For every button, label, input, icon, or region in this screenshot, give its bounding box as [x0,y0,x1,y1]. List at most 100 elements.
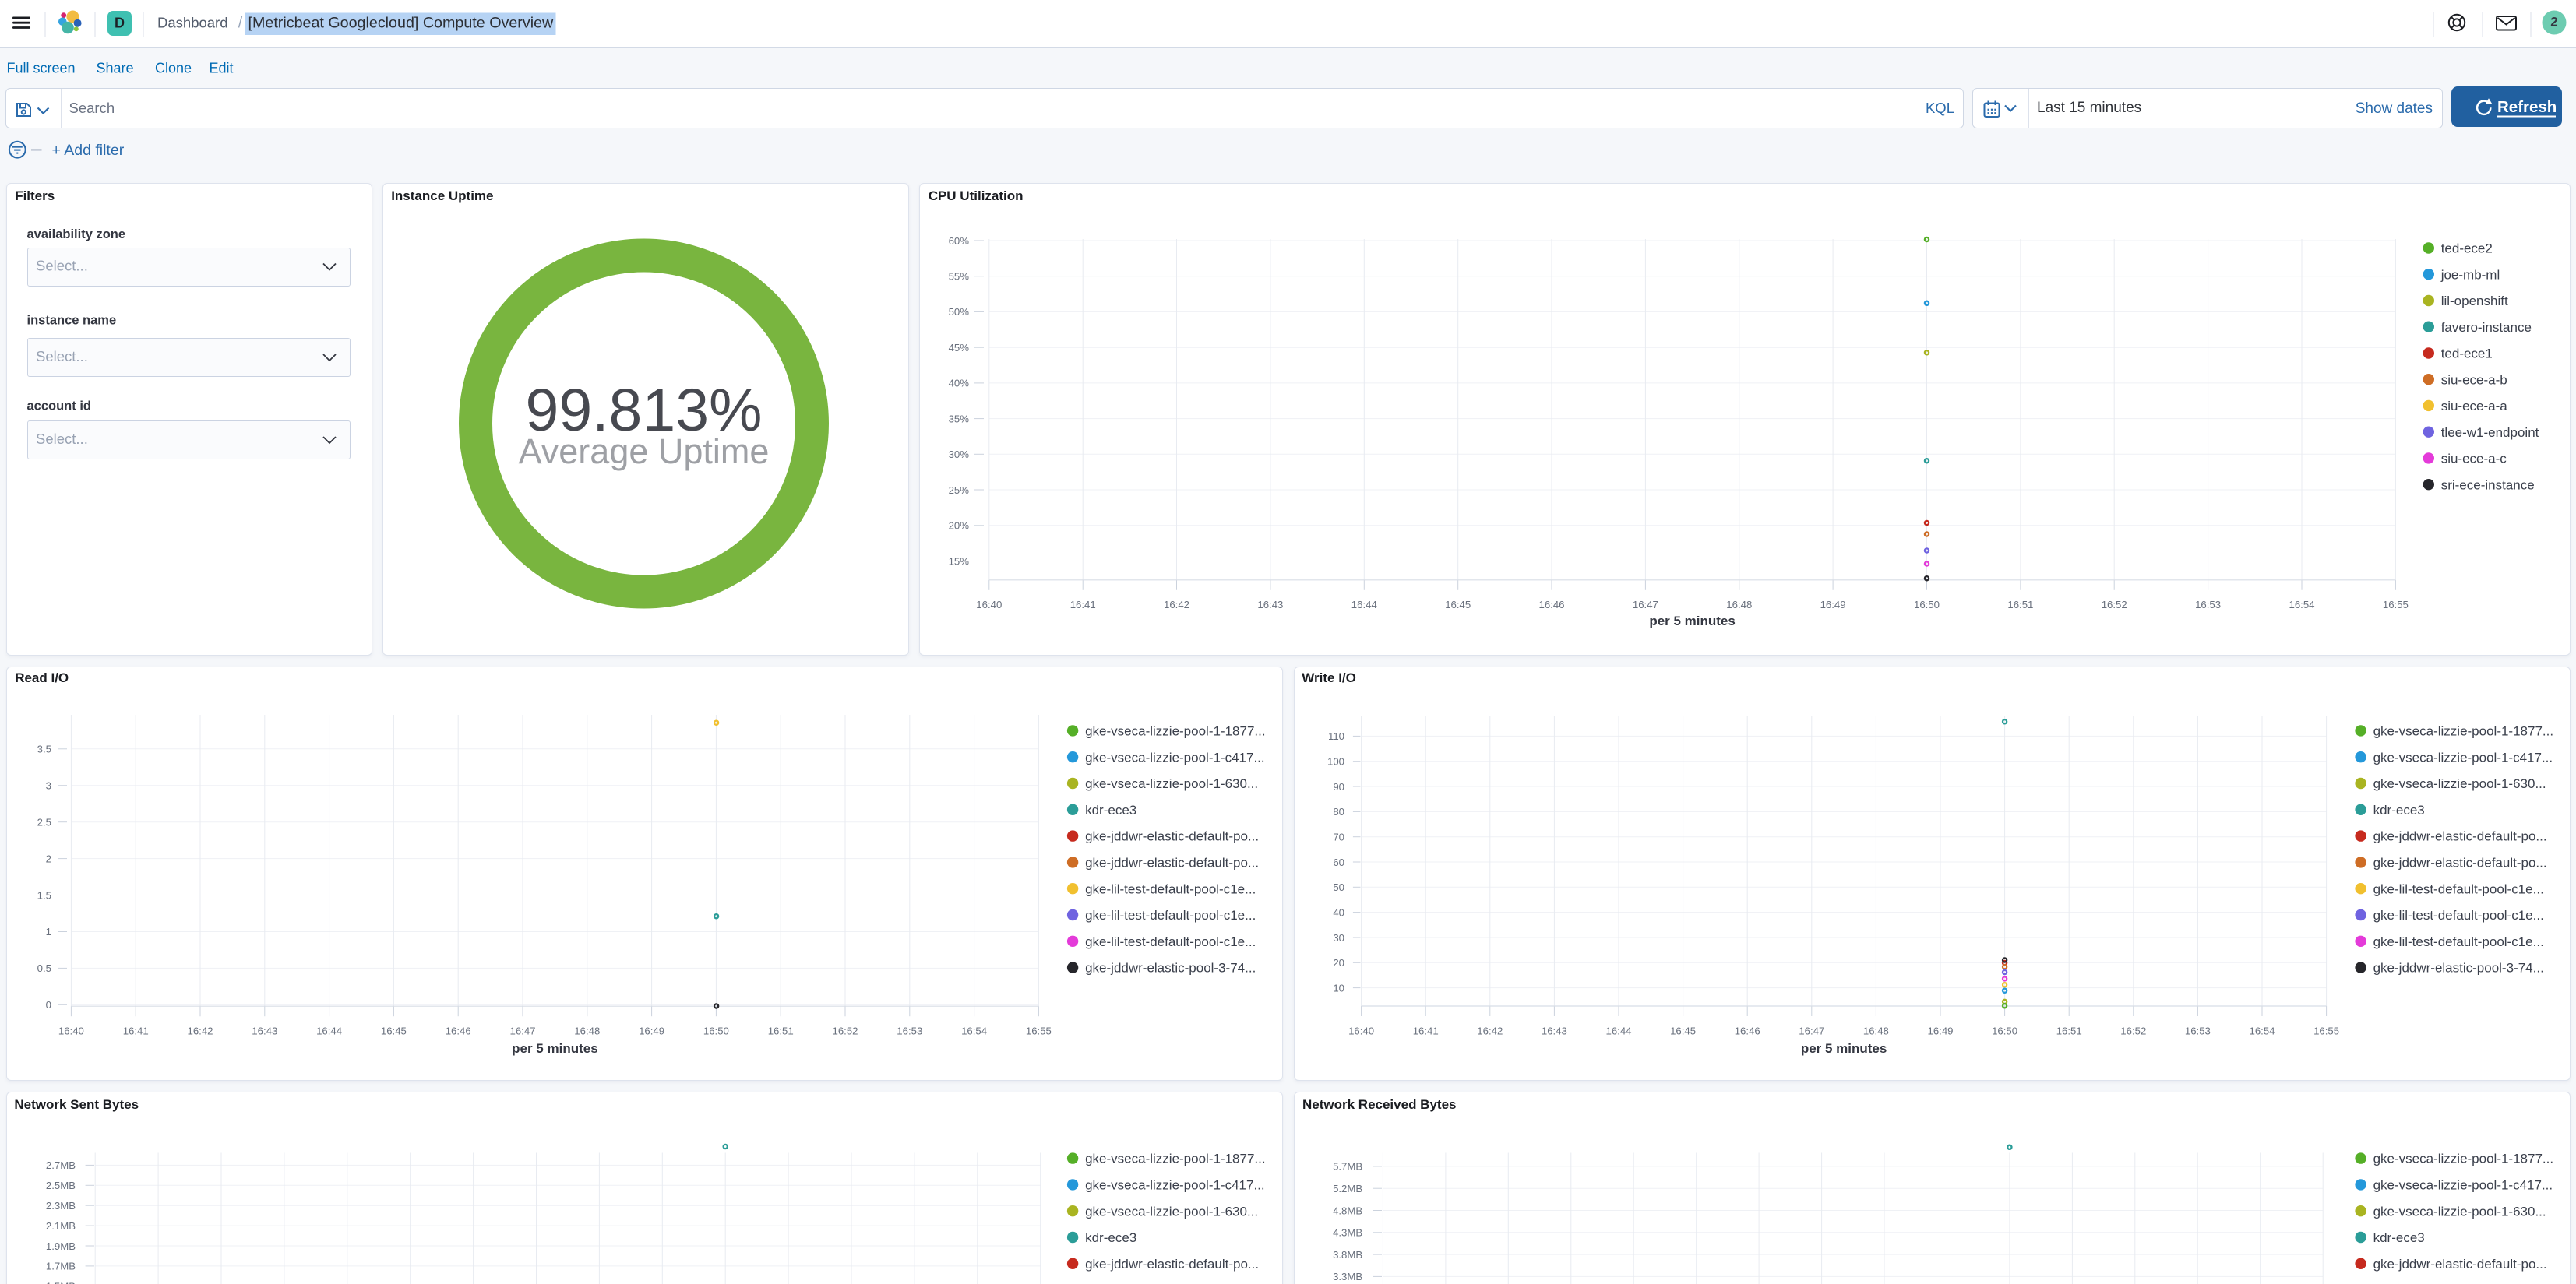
svg-text:favero-instance: favero-instance [2441,320,2532,335]
svg-text:instance name: instance name [27,314,117,328]
svg-text:16:51: 16:51 [2056,1025,2082,1037]
svg-text:lil-openshift: lil-openshift [2441,294,2508,308]
svg-text:3: 3 [46,780,51,792]
svg-text:Clone: Clone [155,61,192,76]
svg-text:100: 100 [1327,756,1344,768]
svg-text:Search: Search [69,100,115,116]
svg-text:siu-ece-a-a: siu-ece-a-a [2441,399,2508,413]
svg-text:1.5MB: 1.5MB [46,1281,76,1284]
svg-text:Refresh: Refresh [2497,98,2557,116]
svg-text:16:55: 16:55 [2383,599,2409,610]
svg-text:gke-vseca-lizzie-pool-1-1877..: gke-vseca-lizzie-pool-1-1877... [2373,1152,2554,1166]
svg-text:sri-ece-instance: sri-ece-instance [2441,477,2535,492]
svg-text:16:42: 16:42 [1164,599,1189,610]
svg-text:16:54: 16:54 [2249,1025,2275,1037]
svg-text:30%: 30% [949,449,970,460]
svg-text:16:44: 16:44 [1605,1025,1631,1037]
svg-text:Full screen: Full screen [7,61,76,76]
svg-text:50: 50 [1333,881,1344,893]
svg-text:gke-lil-test-default-pool-c1e.: gke-lil-test-default-pool-c1e... [1085,881,1256,896]
svg-text:16:43: 16:43 [1257,599,1283,610]
svg-text:joe-mb-ml: joe-mb-ml [2440,267,2500,282]
svg-text:16:41: 16:41 [1070,599,1096,610]
svg-text:4.3MB: 4.3MB [1333,1227,1362,1239]
svg-text:ted-ece2: ted-ece2 [2441,241,2493,256]
svg-text:16:50: 16:50 [1914,599,1940,610]
svg-text:gke-vseca-lizzie-pool-1-c417..: gke-vseca-lizzie-pool-1-c417... [1085,1178,1265,1193]
svg-text:5.2MB: 5.2MB [1333,1183,1362,1194]
svg-text:16:49: 16:49 [1927,1025,1953,1037]
svg-text:CPU Utilization: CPU Utilization [929,188,1024,203]
svg-text:30: 30 [1333,932,1344,944]
svg-text:16:52: 16:52 [2120,1025,2146,1037]
svg-text:kdr-ece3: kdr-ece3 [1085,1230,1136,1245]
svg-text:16:54: 16:54 [961,1025,987,1037]
svg-text:16:53: 16:53 [2195,599,2221,610]
svg-text:4.8MB: 4.8MB [1333,1205,1362,1216]
svg-text:10: 10 [1333,982,1344,994]
svg-text:16:42: 16:42 [187,1025,213,1037]
svg-text:1.9MB: 1.9MB [46,1240,76,1252]
svg-text:40: 40 [1333,906,1344,918]
svg-text:kdr-ece3: kdr-ece3 [2373,803,2425,818]
svg-text:3.3MB: 3.3MB [1333,1271,1362,1282]
svg-text:gke-vseca-lizzie-pool-1-1877..: gke-vseca-lizzie-pool-1-1877... [1085,1152,1266,1166]
svg-text:2.3MB: 2.3MB [46,1200,76,1212]
svg-text:D: D [115,16,125,31]
svg-text:2.1MB: 2.1MB [46,1220,76,1232]
svg-text:16:47: 16:47 [509,1025,535,1037]
svg-text:16:50: 16:50 [1992,1025,2017,1037]
svg-text:16:40: 16:40 [1348,1025,1374,1037]
svg-text:Write I/O: Write I/O [1302,670,1356,685]
svg-text:per 5 minutes: per 5 minutes [1801,1041,1887,1056]
svg-text:90: 90 [1333,781,1344,793]
svg-text:Instance Uptime: Instance Uptime [391,188,493,203]
svg-text:2: 2 [2550,15,2557,30]
svg-text:2.5: 2.5 [37,817,51,828]
svg-text:Edit: Edit [210,61,234,76]
svg-text:gke-jddwr-elastic-default-po..: gke-jddwr-elastic-default-po... [2373,1257,2547,1272]
svg-text:16:40: 16:40 [976,599,1002,610]
svg-text:35%: 35% [949,413,970,424]
svg-text:kdr-ece3: kdr-ece3 [1085,803,1136,818]
svg-text:gke-jddwr-elastic-default-po..: gke-jddwr-elastic-default-po... [1085,829,1259,844]
svg-text:16:50: 16:50 [703,1025,729,1037]
svg-text:Average Uptime: Average Uptime [519,431,770,471]
svg-text:60: 60 [1333,857,1344,868]
svg-text:siu-ece-a-c: siu-ece-a-c [2441,452,2507,466]
svg-text:16:48: 16:48 [1863,1025,1889,1037]
svg-text:1.7MB: 1.7MB [46,1261,76,1272]
svg-text:tlee-w1-endpoint: tlee-w1-endpoint [2441,425,2539,440]
svg-text:account id: account id [27,399,92,413]
svg-text:gke-jddwr-elastic-default-po..: gke-jddwr-elastic-default-po... [2373,829,2547,844]
svg-text:16:47: 16:47 [1799,1025,1824,1037]
svg-text:80: 80 [1333,806,1344,818]
svg-text:16:52: 16:52 [832,1025,858,1037]
svg-text:gke-jddwr-elastic-default-po..: gke-jddwr-elastic-default-po... [1085,1257,1259,1272]
svg-text:[Metricbeat Googlecloud] Compu: [Metricbeat Googlecloud] Compute Overvie… [248,15,555,32]
svg-text:16:48: 16:48 [574,1025,600,1037]
svg-text:16:46: 16:46 [1538,599,1564,610]
svg-text:Select...: Select... [36,257,88,273]
svg-text:16:46: 16:46 [1735,1025,1760,1037]
svg-text:gke-vseca-lizzie-pool-1-1877..: gke-vseca-lizzie-pool-1-1877... [2373,724,2554,739]
svg-text:0.5: 0.5 [37,962,51,974]
svg-text:55%: 55% [949,271,970,283]
svg-text:Show dates: Show dates [2356,100,2433,117]
svg-text:gke-vseca-lizzie-pool-1-630...: gke-vseca-lizzie-pool-1-630... [2373,1204,2546,1219]
svg-text:16:49: 16:49 [1820,599,1846,610]
svg-text:gke-vseca-lizzie-pool-1-c417..: gke-vseca-lizzie-pool-1-c417... [2373,750,2553,765]
svg-text:20%: 20% [949,520,970,532]
svg-text:2.7MB: 2.7MB [46,1159,76,1171]
svg-text:Last 15 minutes: Last 15 minutes [2037,100,2141,116]
svg-text:16:41: 16:41 [1413,1025,1439,1037]
svg-text:16:48: 16:48 [1726,599,1752,610]
svg-text:gke-lil-test-default-pool-c1e.: gke-lil-test-default-pool-c1e... [2373,934,2544,949]
svg-text:Select...: Select... [36,431,88,447]
svg-text:Select...: Select... [36,348,88,364]
svg-text:gke-jddwr-elastic-default-po..: gke-jddwr-elastic-default-po... [2373,856,2547,871]
svg-text:16:41: 16:41 [123,1025,149,1037]
svg-text:siu-ece-a-b: siu-ece-a-b [2441,372,2507,387]
svg-text:gke-vseca-lizzie-pool-1-630...: gke-vseca-lizzie-pool-1-630... [2373,776,2546,791]
svg-text:gke-jddwr-elastic-pool-3-74...: gke-jddwr-elastic-pool-3-74... [2373,961,2544,976]
